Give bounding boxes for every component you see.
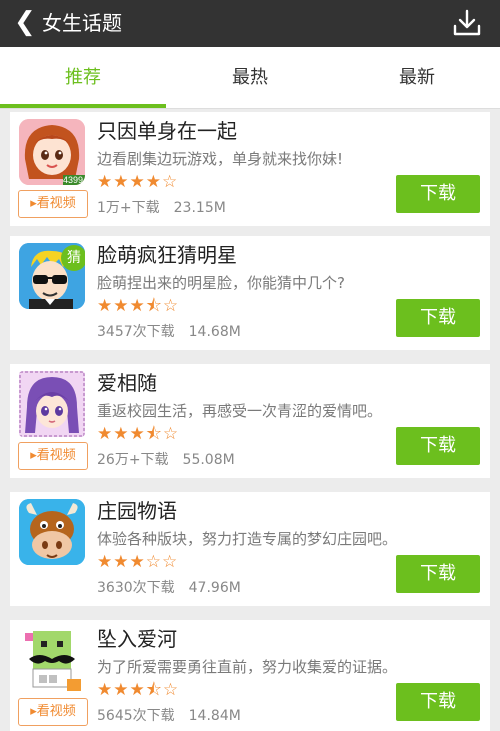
download-count: 5645次下载	[97, 708, 175, 724]
app-icon	[19, 627, 85, 693]
app-name: 庄园物语	[97, 499, 177, 523]
rating-stars: ★★★★☆	[97, 172, 179, 192]
watch-video-button[interactable]: ▸看视频	[18, 190, 88, 218]
watch-video-button[interactable]: ▸看视频	[18, 442, 88, 470]
guess-badge: 猜	[61, 245, 85, 271]
download-button[interactable]: 下载	[396, 175, 480, 213]
download-count: 3457次下载	[97, 324, 175, 340]
download-button[interactable]: 下载	[396, 555, 480, 593]
download-button[interactable]: 下载	[396, 299, 480, 337]
tab-bar: 推荐 最热 最新	[0, 47, 500, 109]
list-item[interactable]: 庄园物语 体验各种版块，努力打造专属的梦幻庄园吧。 ★★★☆☆ 3630次下载 4…	[10, 492, 490, 606]
app-description: 为了所爱需要勇往直前，努力收集爱的证据。	[97, 658, 398, 676]
app-icon: 猜	[19, 243, 85, 309]
app-name: 坠入爱河	[97, 627, 177, 651]
list-item[interactable]: ▸看视频 坠入爱河 为了所爱需要勇往直前，努力收集爱的证据。 ★★★⯪☆ 564…	[10, 620, 490, 731]
app-description: 脸萌捏出来的明星脸，你能猜中几个?	[97, 274, 345, 292]
app-name: 脸萌疯狂猜明星	[97, 243, 237, 267]
app-icon	[19, 499, 85, 565]
app-icon-badge: 4399	[62, 175, 83, 185]
download-count: 1万+下载	[97, 200, 160, 216]
app-icon	[19, 371, 85, 437]
app-name: 只因单身在一起	[97, 119, 237, 143]
download-icon[interactable]	[452, 8, 482, 38]
file-size: 47.96M	[188, 580, 241, 596]
watch-video-button[interactable]: ▸看视频	[18, 698, 88, 726]
app-meta: 1万+下载 23.15M	[97, 198, 226, 218]
rating-stars: ★★★⯪☆	[97, 680, 180, 700]
download-button[interactable]: 下载	[396, 683, 480, 721]
tab-newest[interactable]: 最新	[334, 47, 500, 109]
list-item[interactable]: 4399 ▸看视频 只因单身在一起 边看剧集边玩游戏，单身就来找你妹! ★★★★…	[10, 112, 490, 226]
rating-stars: ★★★☆☆	[97, 552, 179, 572]
list-item[interactable]: ▸看视频 爱相随 重返校园生活，再感受一次青涩的爱情吧。 ★★★⯪☆ 26万+下…	[10, 364, 490, 478]
tab-hottest[interactable]: 最热	[167, 47, 333, 109]
file-size: 23.15M	[173, 200, 226, 216]
rating-stars: ★★★⯪☆	[97, 296, 180, 316]
page-title: 女生话题	[42, 11, 122, 35]
file-size: 14.84M	[188, 708, 241, 724]
app-list: 4399 ▸看视频 只因单身在一起 边看剧集边玩游戏，单身就来找你妹! ★★★★…	[0, 110, 500, 731]
tab-recommended[interactable]: 推荐	[0, 47, 166, 109]
list-item[interactable]: 猜 脸萌疯狂猜明星 脸萌捏出来的明星脸，你能猜中几个? ★★★⯪☆ 3457次下…	[10, 236, 490, 350]
app-meta: 3457次下载 14.68M	[97, 322, 241, 342]
app-description: 边看剧集边玩游戏，单身就来找你妹!	[97, 150, 344, 168]
file-size: 14.68M	[188, 324, 241, 340]
rating-stars: ★★★⯪☆	[97, 424, 180, 444]
app-meta: 3630次下载 47.96M	[97, 578, 241, 598]
top-bar: ❮ 女生话题	[0, 0, 500, 47]
download-count: 26万+下载	[97, 452, 169, 468]
app-description: 重返校园生活，再感受一次青涩的爱情吧。	[97, 402, 383, 420]
app-description: 体验各种版块，努力打造专属的梦幻庄园吧。	[97, 530, 398, 548]
download-count: 3630次下载	[97, 580, 175, 596]
app-meta: 26万+下载 55.08M	[97, 450, 235, 470]
file-size: 55.08M	[182, 452, 235, 468]
app-icon: 4399	[19, 119, 85, 185]
active-tab-indicator	[0, 104, 166, 108]
app-meta: 5645次下载 14.84M	[97, 706, 241, 726]
download-button[interactable]: 下载	[396, 427, 480, 465]
app-name: 爱相随	[97, 371, 157, 395]
back-chevron-icon[interactable]: ❮	[14, 8, 36, 36]
